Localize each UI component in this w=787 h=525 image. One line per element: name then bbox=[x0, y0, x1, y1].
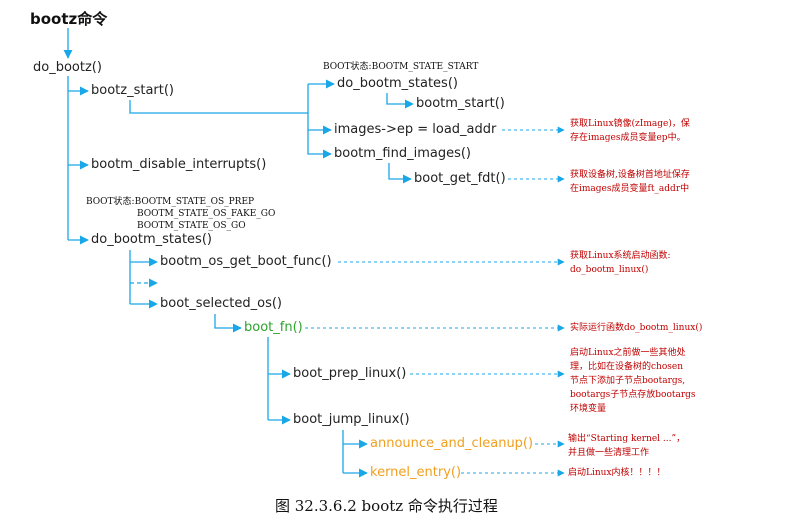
connector-boot-get-fdt bbox=[388, 163, 412, 184]
node-boot-selected-os: boot_selected_os() bbox=[160, 296, 283, 311]
note-boot-fn: 实际运行函数do_bootm_linux() bbox=[570, 321, 702, 335]
note-kernel-entry: 启动Linux内核！！！！ bbox=[568, 466, 666, 480]
node-do-bootm-states-1: do_bootm_states() bbox=[337, 76, 458, 91]
note-boot-prep-linux: 启动Linux之前做一些其他处 理，比如在设备树的chosen 节点下添加子节点… bbox=[570, 346, 696, 416]
node-bootm-start: bootm_start() bbox=[416, 96, 505, 111]
node-bootm-find-images: bootm_find_images() bbox=[334, 146, 472, 161]
node-bootm-os-get-boot-func: bootm_os_get_boot_func() bbox=[160, 254, 332, 269]
connector-images-ep bbox=[307, 113, 332, 135]
note-line: 在images成员变量ft_addr中 bbox=[570, 184, 690, 194]
node-boot-fn: boot_fn() bbox=[244, 320, 303, 335]
note-line: 启动Linux之前做一些其他处 bbox=[570, 348, 686, 358]
note-line: do_bootm_linux() bbox=[570, 265, 649, 275]
note-images-ep: 获取Linux镜像(zImage)，保 存在images成员变量ep中。 bbox=[570, 117, 690, 145]
note-line: 获取Linux系统启动函数: bbox=[570, 251, 671, 261]
note-line: 理，比如在设备树的chosen bbox=[570, 362, 683, 372]
node-boot-jump-linux: boot_jump_linux() bbox=[293, 412, 410, 427]
note-announce-and-cleanup: 输出“Starting kernel ...”， 并且做一些清理工作 bbox=[568, 432, 685, 460]
note-line: 节点下添加子节点bootargs, bbox=[570, 376, 686, 386]
state-label-os-go: BOOTM_STATE_OS_GO bbox=[137, 221, 246, 231]
node-bootz-start: bootz_start() bbox=[91, 83, 175, 98]
note-line: bootargs子节点存放bootargs bbox=[570, 390, 696, 400]
node-images-ep: images->ep = load_addr bbox=[334, 122, 497, 137]
note-line: 实际运行函数do_bootm_linux() bbox=[570, 323, 703, 333]
note-line: 获取Linux镜像(zImage)，保 bbox=[570, 119, 690, 129]
note-line: 启动Linux内核！！！！ bbox=[568, 468, 666, 478]
note-line: 获取设备树,设备树首地址保存 bbox=[570, 170, 690, 180]
connector-bootm-start bbox=[386, 93, 414, 109]
note-boot-get-fdt: 获取设备树,设备树首地址保存 在images成员变量ft_addr中 bbox=[570, 168, 690, 196]
node-do-bootm-states-2: do_bootm_states() bbox=[91, 232, 212, 247]
note-line: 输出“Starting kernel ...”， bbox=[568, 434, 686, 444]
connector-bootm-find-images bbox=[307, 130, 332, 159]
node-do-bootz: do_bootz() bbox=[33, 60, 102, 75]
node-boot-get-fdt: boot_get_fdt() bbox=[414, 171, 506, 186]
node-boot-prep-linux: boot_prep_linux() bbox=[293, 366, 407, 381]
note-line: 并且做一些清理工作 bbox=[568, 448, 650, 458]
state-label-os-fake-go: BOOTM_STATE_OS_FAKE_GO bbox=[137, 209, 276, 219]
diagram-title: bootz命令 bbox=[30, 10, 108, 28]
node-bootm-disable-interrupts: bootm_disable_interrupts() bbox=[91, 157, 267, 172]
figure-caption: 图 32.3.6.2 bootz 命令执行过程 bbox=[275, 497, 498, 515]
node-kernel-entry: kernel_entry() bbox=[370, 465, 462, 480]
state-label-os-prep: BOOT状态:BOOTM_STATE_OS_PREP bbox=[86, 197, 255, 207]
state-label-start: BOOT状态:BOOTM_STATE_START bbox=[323, 62, 479, 72]
connector-boot-fn bbox=[214, 314, 242, 333]
node-announce-and-cleanup: announce_and_cleanup() bbox=[370, 436, 534, 451]
note-line: 存在images成员变量ep中。 bbox=[570, 133, 686, 143]
note-boot-func: 获取Linux系统启动函数: do_bootm_linux() bbox=[570, 249, 671, 277]
note-line: 环境变量 bbox=[570, 404, 607, 414]
